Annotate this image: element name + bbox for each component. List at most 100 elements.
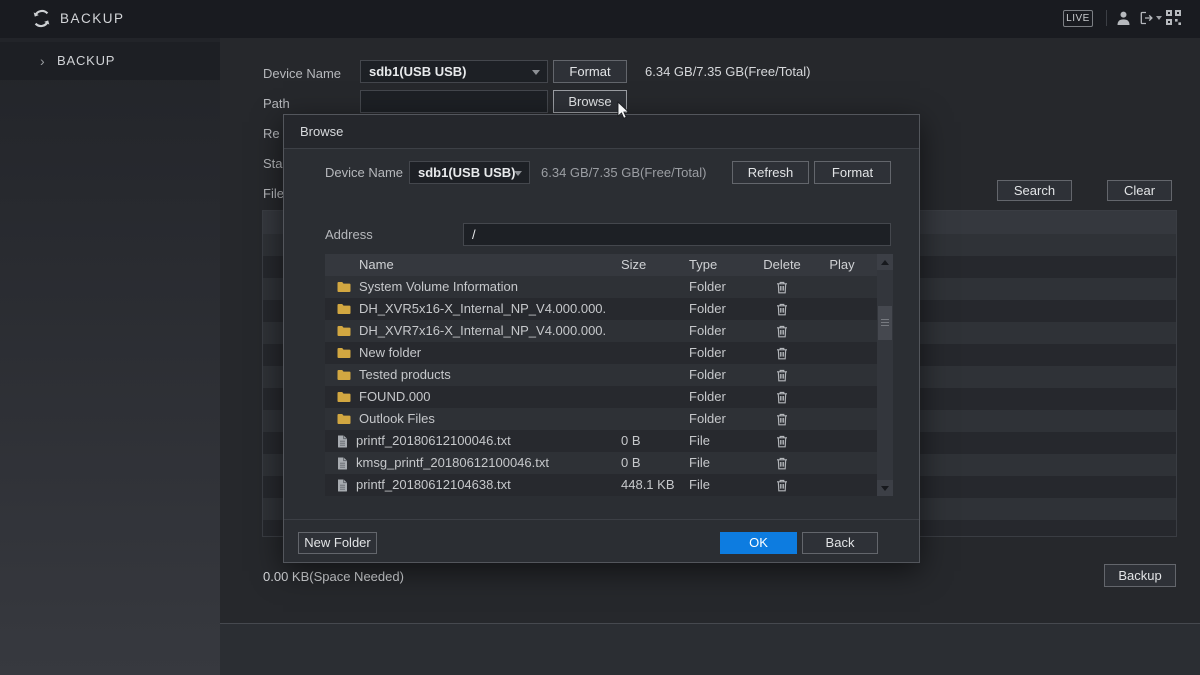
file-type-cell: Folder	[677, 386, 757, 408]
scrollbar-thumb[interactable]	[878, 306, 892, 340]
file-name-cell: FOUND.000	[325, 386, 607, 408]
folder-icon	[337, 303, 351, 315]
file-table-row[interactable]: printf_20180612100046.txt 0 BFile	[325, 430, 877, 452]
delete-file-button[interactable]	[757, 386, 807, 408]
folder-icon	[337, 281, 351, 293]
page-title: BACKUP	[60, 0, 125, 38]
trash-icon	[776, 323, 788, 338]
delete-file-button[interactable]	[757, 430, 807, 452]
chevron-right-icon: ›	[40, 42, 45, 80]
file-icon	[337, 435, 348, 448]
delete-file-button[interactable]	[757, 408, 807, 430]
file-name-cell: kmsg_printf_20180612100046.txt	[325, 452, 607, 474]
file-type-cell: Folder	[677, 408, 757, 430]
delete-file-button[interactable]	[757, 298, 807, 320]
search-button[interactable]: Search	[997, 180, 1072, 201]
live-button[interactable]: LIVE	[1063, 10, 1093, 27]
trash-icon	[776, 411, 788, 426]
logout-caret-icon[interactable]	[1156, 16, 1162, 20]
column-header-type[interactable]: Type	[677, 254, 757, 276]
file-name-text: New folder	[359, 342, 421, 364]
file-type-cell: File	[677, 430, 757, 452]
mouse-cursor	[617, 101, 630, 125]
file-name-text: kmsg_printf_20180612100046.txt	[356, 452, 549, 474]
folder-icon	[337, 347, 351, 359]
file-type-cell: Folder	[677, 364, 757, 386]
file-type-cell: Folder	[677, 342, 757, 364]
sidebar-item-backup[interactable]: › BACKUP	[0, 42, 220, 80]
scroll-up-button[interactable]	[877, 254, 893, 270]
file-name-cell: Outlook Files	[325, 408, 607, 430]
file-table-row[interactable]: printf_20180612104638.txt448.1 KBFile	[325, 474, 877, 496]
column-header-size[interactable]: Size	[607, 254, 677, 276]
file-name-cell: System Volume Information	[325, 276, 607, 298]
folder-icon	[337, 369, 351, 381]
column-header-name[interactable]: Name	[325, 254, 607, 276]
modal-format-button[interactable]: Format	[814, 161, 891, 184]
format-button[interactable]: Format	[553, 60, 627, 83]
trash-icon	[776, 345, 788, 360]
bottom-strip	[220, 624, 1200, 675]
modal-device-name-value: sdb1(USB USB)	[418, 165, 516, 180]
address-label: Address	[325, 223, 373, 246]
delete-file-button[interactable]	[757, 452, 807, 474]
sidebar: › BACKUP	[0, 38, 220, 675]
chevron-down-icon	[514, 171, 522, 176]
clear-button[interactable]: Clear	[1107, 180, 1172, 201]
path-label: Path	[263, 92, 290, 115]
file-table-body: System Volume InformationFolderDH_XVR5x1…	[325, 276, 877, 496]
trash-icon	[776, 301, 788, 316]
file-name-text: printf_20180612100046.txt	[356, 430, 511, 452]
start-label-partial: Sta	[263, 152, 283, 175]
file-table-row[interactable]: Tested productsFolder	[325, 364, 877, 386]
modal-device-name-label: Device Name	[325, 161, 403, 184]
file-size-cell: 448.1 KB	[607, 474, 677, 496]
file-table-row[interactable]: kmsg_printf_20180612100046.txt 0 BFile	[325, 452, 877, 474]
delete-file-button[interactable]	[757, 474, 807, 496]
grip-icon	[881, 319, 889, 320]
scroll-down-button[interactable]	[877, 480, 893, 496]
logout-icon[interactable]	[1139, 10, 1155, 31]
column-header-play: Play	[807, 254, 877, 276]
topbar-divider	[1106, 10, 1107, 26]
file-table-row[interactable]: DH_XVR5x16-X_Internal_NP_V4.000.000...Fo…	[325, 298, 877, 320]
browse-button[interactable]: Browse	[553, 90, 627, 113]
new-folder-button[interactable]: New Folder	[298, 532, 377, 554]
dialog-title: Browse	[284, 115, 919, 149]
modal-device-name-select[interactable]: sdb1(USB USB)	[409, 161, 530, 184]
back-button[interactable]: Back	[802, 532, 878, 554]
delete-file-button[interactable]	[757, 342, 807, 364]
scrollbar[interactable]	[877, 254, 893, 496]
backup-button[interactable]: Backup	[1104, 564, 1176, 587]
trash-icon	[776, 279, 788, 294]
file-size-cell: 0 B	[607, 452, 677, 474]
modal-capacity-text: 6.34 GB/7.35 GB(Free/Total)	[541, 161, 706, 184]
address-input[interactable]: /	[463, 223, 891, 246]
qr-code-icon[interactable]	[1166, 10, 1181, 30]
file-table-row[interactable]: DH_XVR7x16-X_Internal_NP_V4.000.000...Fo…	[325, 320, 877, 342]
file-size-cell: 0 B	[607, 430, 677, 452]
file-type-cell: File	[677, 452, 757, 474]
capacity-text: 6.34 GB/7.35 GB(Free/Total)	[645, 60, 810, 83]
delete-file-button[interactable]	[757, 320, 807, 342]
file-table-row[interactable]: FOUND.000 Folder	[325, 386, 877, 408]
user-icon[interactable]	[1116, 10, 1131, 31]
refresh-button[interactable]: Refresh	[732, 161, 809, 184]
device-name-select[interactable]: sdb1(USB USB)	[360, 60, 548, 83]
file-name-text: System Volume Information	[359, 276, 518, 298]
file-icon	[337, 479, 348, 492]
delete-file-button[interactable]	[757, 276, 807, 298]
file-table-row[interactable]: Outlook Files Folder	[325, 408, 877, 430]
file-table-row[interactable]: New folder Folder	[325, 342, 877, 364]
trash-icon	[776, 389, 788, 404]
folder-icon	[337, 413, 351, 425]
folder-icon	[337, 391, 351, 403]
ok-button[interactable]: OK	[720, 532, 797, 554]
file-table-row[interactable]: System Volume InformationFolder	[325, 276, 877, 298]
delete-file-button[interactable]	[757, 364, 807, 386]
file-table-header: Name Size Type Delete Play	[325, 254, 893, 276]
path-input[interactable]	[360, 90, 548, 113]
file-name-text: Outlook Files	[359, 408, 435, 430]
chevron-down-icon	[532, 70, 540, 75]
footer-divider	[284, 519, 919, 520]
